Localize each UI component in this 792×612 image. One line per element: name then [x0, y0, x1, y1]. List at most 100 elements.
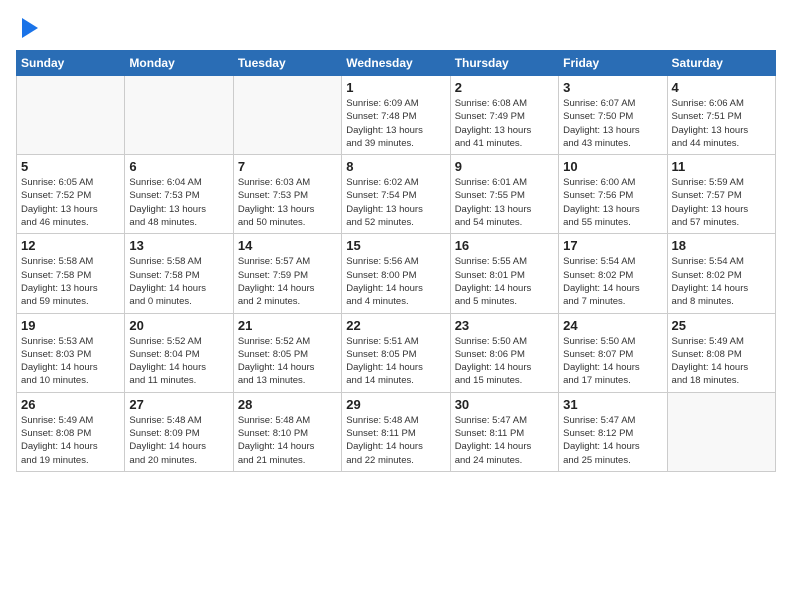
day-info: Sunrise: 5:59 AM Sunset: 7:57 PM Dayligh…	[672, 176, 771, 229]
calendar-cell: 25 Sunrise: 5:49 AM Sunset: 8:08 PM Dayli…	[667, 313, 775, 392]
day-number: 21	[238, 318, 337, 333]
calendar-cell: 4Sunrise: 6:06 AM Sunset: 7:51 PM Daylig…	[667, 76, 775, 155]
calendar-cell: 12 Sunrise: 5:58 AM Sunset: 7:58 PM Dayli…	[17, 234, 125, 313]
calendar-cell	[233, 76, 341, 155]
weekday-header-monday: Monday	[125, 51, 233, 76]
calendar-cell: 31 Sunrise: 5:47 AM Sunset: 8:12 PM Dayli…	[559, 392, 667, 471]
calendar-cell: 5 Sunrise: 6:05 AM Sunset: 7:52 PM Daylig…	[17, 155, 125, 234]
day-info: Sunrise: 5:50 AM Sunset: 8:07 PM Dayligh…	[563, 335, 662, 388]
day-number: 6	[129, 159, 228, 174]
day-number: 15	[346, 238, 445, 253]
calendar-cell: 22Sunrise: 5:51 AM Sunset: 8:05 PM Dayli…	[342, 313, 450, 392]
day-number: 10	[563, 159, 662, 174]
day-info: Sunrise: 6:01 AM Sunset: 7:55 PM Dayligh…	[455, 176, 554, 229]
day-number: 14	[238, 238, 337, 253]
day-number: 28	[238, 397, 337, 412]
day-number: 7	[238, 159, 337, 174]
calendar-cell: 18 Sunrise: 5:54 AM Sunset: 8:02 PM Dayli…	[667, 234, 775, 313]
calendar-cell: 9 Sunrise: 6:01 AM Sunset: 7:55 PM Daylig…	[450, 155, 558, 234]
day-number: 17	[563, 238, 662, 253]
day-number: 19	[21, 318, 120, 333]
calendar-cell	[125, 76, 233, 155]
calendar-cell	[667, 392, 775, 471]
day-number: 26	[21, 397, 120, 412]
calendar-cell: 23 Sunrise: 5:50 AM Sunset: 8:06 PM Dayli…	[450, 313, 558, 392]
day-info: Sunrise: 5:57 AM Sunset: 7:59 PM Dayligh…	[238, 255, 337, 308]
weekday-header-wednesday: Wednesday	[342, 51, 450, 76]
day-number: 16	[455, 238, 554, 253]
calendar-header-row: SundayMondayTuesdayWednesdayThursdayFrid…	[17, 51, 776, 76]
calendar-cell	[17, 76, 125, 155]
calendar-cell: 26 Sunrise: 5:49 AM Sunset: 8:08 PM Dayli…	[17, 392, 125, 471]
day-info: Sunrise: 5:49 AM Sunset: 8:08 PM Dayligh…	[672, 335, 771, 388]
calendar-week-row: 5 Sunrise: 6:05 AM Sunset: 7:52 PM Daylig…	[17, 155, 776, 234]
calendar-cell: 17 Sunrise: 5:54 AM Sunset: 8:02 PM Dayli…	[559, 234, 667, 313]
day-info: Sunrise: 6:02 AM Sunset: 7:54 PM Dayligh…	[346, 176, 445, 229]
day-number: 3	[563, 80, 662, 95]
calendar-cell: 29Sunrise: 5:48 AM Sunset: 8:11 PM Dayli…	[342, 392, 450, 471]
day-info: Sunrise: 6:08 AM Sunset: 7:49 PM Dayligh…	[455, 97, 554, 150]
day-info: Sunrise: 5:55 AM Sunset: 8:01 PM Dayligh…	[455, 255, 554, 308]
calendar-cell: 24 Sunrise: 5:50 AM Sunset: 8:07 PM Dayli…	[559, 313, 667, 392]
day-info: Sunrise: 5:56 AM Sunset: 8:00 PM Dayligh…	[346, 255, 445, 308]
day-info: Sunrise: 5:58 AM Sunset: 7:58 PM Dayligh…	[21, 255, 120, 308]
day-info: Sunrise: 6:09 AM Sunset: 7:48 PM Dayligh…	[346, 97, 445, 150]
day-info: Sunrise: 5:52 AM Sunset: 8:04 PM Dayligh…	[129, 335, 228, 388]
calendar-cell: 30 Sunrise: 5:47 AM Sunset: 8:11 PM Dayli…	[450, 392, 558, 471]
day-number: 22	[346, 318, 445, 333]
day-info: Sunrise: 6:04 AM Sunset: 7:53 PM Dayligh…	[129, 176, 228, 229]
day-number: 31	[563, 397, 662, 412]
day-number: 18	[672, 238, 771, 253]
day-number: 2	[455, 80, 554, 95]
weekday-header-tuesday: Tuesday	[233, 51, 341, 76]
day-number: 25	[672, 318, 771, 333]
calendar-cell: 10Sunrise: 6:00 AM Sunset: 7:56 PM Dayli…	[559, 155, 667, 234]
calendar-week-row: 12 Sunrise: 5:58 AM Sunset: 7:58 PM Dayli…	[17, 234, 776, 313]
calendar-cell: 1 Sunrise: 6:09 AM Sunset: 7:48 PM Daylig…	[342, 76, 450, 155]
day-number: 30	[455, 397, 554, 412]
day-number: 9	[455, 159, 554, 174]
weekday-header-sunday: Sunday	[17, 51, 125, 76]
day-info: Sunrise: 5:49 AM Sunset: 8:08 PM Dayligh…	[21, 414, 120, 467]
day-info: Sunrise: 5:47 AM Sunset: 8:12 PM Dayligh…	[563, 414, 662, 467]
logo-arrow-icon	[22, 18, 38, 38]
calendar-cell: 13Sunrise: 5:58 AM Sunset: 7:58 PM Dayli…	[125, 234, 233, 313]
calendar-week-row: 19Sunrise: 5:53 AM Sunset: 8:03 PM Dayli…	[17, 313, 776, 392]
calendar-table: SundayMondayTuesdayWednesdayThursdayFrid…	[16, 50, 776, 472]
calendar-cell: 2 Sunrise: 6:08 AM Sunset: 7:49 PM Daylig…	[450, 76, 558, 155]
day-info: Sunrise: 5:50 AM Sunset: 8:06 PM Dayligh…	[455, 335, 554, 388]
calendar-cell: 7Sunrise: 6:03 AM Sunset: 7:53 PM Daylig…	[233, 155, 341, 234]
calendar-cell: 15 Sunrise: 5:56 AM Sunset: 8:00 PM Dayli…	[342, 234, 450, 313]
day-info: Sunrise: 5:47 AM Sunset: 8:11 PM Dayligh…	[455, 414, 554, 467]
day-number: 13	[129, 238, 228, 253]
weekday-header-friday: Friday	[559, 51, 667, 76]
day-info: Sunrise: 6:06 AM Sunset: 7:51 PM Dayligh…	[672, 97, 771, 150]
calendar-cell: 16 Sunrise: 5:55 AM Sunset: 8:01 PM Dayli…	[450, 234, 558, 313]
weekday-header-saturday: Saturday	[667, 51, 775, 76]
day-number: 1	[346, 80, 445, 95]
day-info: Sunrise: 5:52 AM Sunset: 8:05 PM Dayligh…	[238, 335, 337, 388]
day-info: Sunrise: 6:05 AM Sunset: 7:52 PM Dayligh…	[21, 176, 120, 229]
calendar-cell: 27Sunrise: 5:48 AM Sunset: 8:09 PM Dayli…	[125, 392, 233, 471]
calendar-cell: 28 Sunrise: 5:48 AM Sunset: 8:10 PM Dayli…	[233, 392, 341, 471]
calendar-cell: 21 Sunrise: 5:52 AM Sunset: 8:05 PM Dayli…	[233, 313, 341, 392]
day-number: 20	[129, 318, 228, 333]
day-info: Sunrise: 5:54 AM Sunset: 8:02 PM Dayligh…	[563, 255, 662, 308]
day-number: 5	[21, 159, 120, 174]
logo	[16, 16, 38, 38]
day-info: Sunrise: 5:54 AM Sunset: 8:02 PM Dayligh…	[672, 255, 771, 308]
day-number: 23	[455, 318, 554, 333]
day-info: Sunrise: 5:48 AM Sunset: 8:10 PM Dayligh…	[238, 414, 337, 467]
day-number: 8	[346, 159, 445, 174]
day-info: Sunrise: 6:07 AM Sunset: 7:50 PM Dayligh…	[563, 97, 662, 150]
calendar-week-row: 1 Sunrise: 6:09 AM Sunset: 7:48 PM Daylig…	[17, 76, 776, 155]
calendar-cell: 11 Sunrise: 5:59 AM Sunset: 7:57 PM Dayli…	[667, 155, 775, 234]
calendar-cell: 14 Sunrise: 5:57 AM Sunset: 7:59 PM Dayli…	[233, 234, 341, 313]
day-number: 24	[563, 318, 662, 333]
day-info: Sunrise: 5:48 AM Sunset: 8:09 PM Dayligh…	[129, 414, 228, 467]
day-number: 12	[21, 238, 120, 253]
calendar-cell: 8 Sunrise: 6:02 AM Sunset: 7:54 PM Daylig…	[342, 155, 450, 234]
day-number: 11	[672, 159, 771, 174]
calendar-cell: 3 Sunrise: 6:07 AM Sunset: 7:50 PM Daylig…	[559, 76, 667, 155]
day-info: Sunrise: 5:48 AM Sunset: 8:11 PM Dayligh…	[346, 414, 445, 467]
